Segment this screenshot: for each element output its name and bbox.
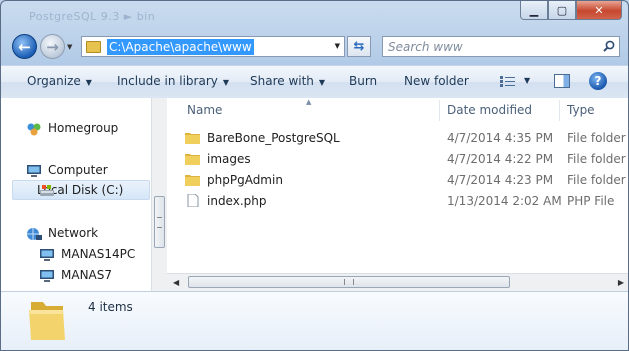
- navigation-pane: Homegroup Computer Local Disk (C:) Netwo…: [1, 98, 152, 291]
- network-icon: [27, 227, 42, 240]
- change-view-icon[interactable]: [500, 76, 515, 87]
- file-row[interactable]: BareBone_PostgreSQL 4/7/2014 4:35 PM Fil…: [185, 128, 628, 149]
- search-box[interactable]: Search www: [382, 36, 620, 57]
- chevron-down-icon: ▼: [222, 78, 230, 87]
- folder-icon: [185, 175, 200, 186]
- file-row[interactable]: index.php 1/13/2014 2:02 AM PHP File: [185, 191, 628, 212]
- refresh-button[interactable]: ⇆: [347, 36, 371, 57]
- chevron-down-icon: ▼: [318, 78, 326, 87]
- computer-icon: [27, 164, 41, 177]
- command-bar: Organize ▼ Include in library ▼ Share with…: [1, 65, 628, 99]
- column-header-date-modified[interactable]: Date modified: [447, 98, 532, 123]
- recent-pages-dropdown[interactable]: ▼: [67, 43, 72, 51]
- computer-icon: [40, 248, 54, 261]
- item-count: 4 items: [88, 300, 133, 314]
- folder-icon: [29, 302, 65, 340]
- file-name: images: [207, 152, 251, 166]
- sort-ascending-icon: ▲: [306, 98, 312, 106]
- file-name: BareBone_PostgreSQL: [207, 131, 340, 145]
- nav-label: Network: [48, 226, 99, 240]
- preview-pane-icon[interactable]: [554, 74, 570, 88]
- help-icon[interactable]: ?: [589, 72, 607, 90]
- file-date: 4/7/2014 4:35 PM: [447, 131, 554, 145]
- file-row[interactable]: phpPgAdmin 4/7/2014 4:23 PM File folder: [185, 170, 628, 191]
- file-type: File folder: [567, 152, 626, 166]
- nav-item-network-computer[interactable]: MANAS14PC: [39, 247, 135, 262]
- nav-item-network[interactable]: Network: [26, 226, 98, 241]
- document-icon: [187, 194, 199, 207]
- nav-label: Homegroup: [48, 121, 119, 135]
- explorer-window: PostgreSQL 9.3 ► bin ▁ ▢ ✕ ← → ▼ C:\Apac…: [0, 0, 629, 351]
- organize-button[interactable]: Organize ▼: [27, 74, 92, 88]
- address-path[interactable]: C:\Apache\apache\www: [107, 38, 254, 55]
- folder-icon: [86, 40, 101, 53]
- folder-icon: [185, 133, 200, 144]
- file-name: index.php: [207, 194, 267, 208]
- title-bar[interactable]: PostgreSQL 9.3 ► bin ▁ ▢ ✕: [1, 1, 628, 31]
- computer-icon: [40, 269, 54, 282]
- nav-item-computer[interactable]: Computer: [26, 163, 108, 178]
- nav-item-homegroup[interactable]: Homegroup: [26, 121, 118, 136]
- forward-button[interactable]: →: [40, 34, 65, 59]
- include-in-library-label: Include in library: [117, 74, 218, 88]
- share-with-label: Share with: [250, 74, 314, 88]
- homegroup-icon: [27, 123, 41, 135]
- view-options-dropdown[interactable]: ▼: [524, 76, 530, 85]
- file-type: File folder: [567, 131, 626, 145]
- file-date: 1/13/2014 2:02 AM: [447, 194, 562, 208]
- refresh-icon: ⇆: [353, 39, 365, 54]
- nav-label: MANAS7: [61, 268, 112, 282]
- file-row[interactable]: images 4/7/2014 4:22 PM File folder: [185, 149, 628, 170]
- file-type: File folder: [567, 173, 626, 187]
- nav-item-network-computer[interactable]: MANAS7: [39, 268, 112, 283]
- horizontal-scrollbar[interactable]: ◀ ▶: [167, 273, 628, 291]
- file-type: PHP File: [567, 194, 615, 208]
- include-in-library-button[interactable]: Include in library ▼: [117, 74, 229, 88]
- share-with-button[interactable]: Share with ▼: [250, 74, 325, 88]
- column-header-type[interactable]: Type: [567, 98, 595, 123]
- back-button[interactable]: ←: [12, 34, 37, 59]
- burn-button[interactable]: Burn: [349, 74, 377, 88]
- details-pane: 4 items: [1, 291, 628, 350]
- scrollbar-thumb[interactable]: [188, 276, 510, 288]
- arrow-left-icon: ←: [18, 37, 31, 56]
- new-folder-button[interactable]: New folder: [404, 74, 469, 88]
- arrow-right-icon: →: [46, 37, 59, 56]
- folder-icon: [185, 154, 200, 165]
- organize-label: Organize: [27, 74, 81, 88]
- nav-label: Computer: [48, 163, 108, 177]
- file-name: phpPgAdmin: [207, 173, 283, 187]
- scrollbar-thumb[interactable]: [154, 196, 165, 248]
- file-date: 4/7/2014 4:22 PM: [447, 152, 554, 166]
- chevron-down-icon: ▼: [85, 78, 92, 87]
- minimize-button[interactable]: ▁: [520, 1, 548, 20]
- navigation-scrollbar[interactable]: [151, 98, 168, 291]
- file-date: 4/7/2014 4:23 PM: [447, 173, 554, 187]
- window-controls: ▁ ▢ ✕: [520, 1, 622, 20]
- search-placeholder[interactable]: Search www: [388, 40, 463, 54]
- file-list: ▲ Name Date modified Type BareBone_Postg…: [167, 98, 628, 291]
- scroll-right-icon[interactable]: ▶: [618, 278, 624, 287]
- address-history-dropdown[interactable]: ▼: [335, 42, 340, 50]
- scroll-left-icon[interactable]: ◀: [173, 278, 179, 287]
- address-bar[interactable]: C:\Apache\apache\www ▼: [81, 36, 345, 57]
- window-title: PostgreSQL 9.3 ► bin: [29, 10, 156, 23]
- nav-label: MANAS14PC: [61, 247, 136, 261]
- nav-item-local-disk[interactable]: Local Disk (C:): [12, 180, 150, 200]
- maximize-button[interactable]: ▢: [548, 1, 576, 20]
- close-button[interactable]: ✕: [576, 1, 622, 20]
- hard-drive-icon: [40, 185, 54, 196]
- search-icon[interactable]: [603, 40, 615, 52]
- column-header-name[interactable]: Name: [187, 98, 222, 123]
